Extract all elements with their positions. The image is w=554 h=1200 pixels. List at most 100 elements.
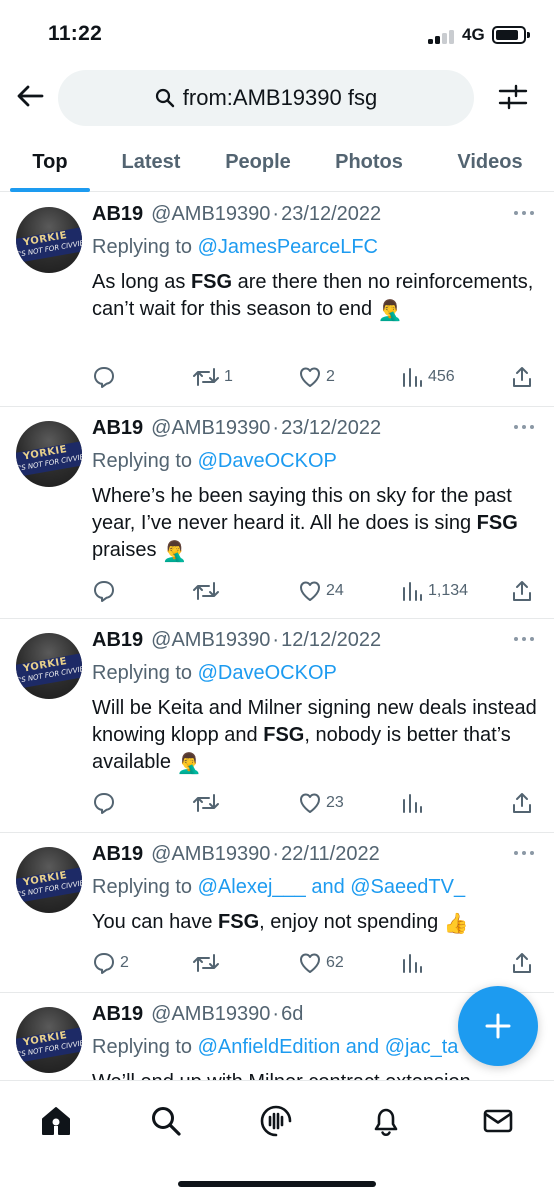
facepalm-emoji: 🤦‍♂️ — [176, 753, 202, 775]
tweet-date[interactable]: 6d — [281, 1003, 303, 1026]
user-handle[interactable]: @AMB19390 — [151, 417, 270, 440]
tweet-feed[interactable]: YORKIE IT'S NOT FOR CIVVIES AB19 @AMB193… — [0, 193, 554, 1080]
more-dots-icon — [514, 425, 534, 429]
reply-to-link[interactable]: @AnfieldEdition and @jac_ta — [198, 1036, 459, 1058]
mail-icon — [483, 1109, 513, 1133]
retweet-button[interactable] — [192, 949, 224, 977]
separator-dot: · — [272, 417, 280, 439]
tweet-text: You can have FSG, enjoy not spending 👍 — [92, 911, 469, 935]
more-button[interactable] — [512, 629, 536, 649]
tab-latest[interactable]: Latest — [104, 132, 198, 192]
more-button[interactable] — [512, 203, 536, 223]
nav-spaces[interactable] — [256, 1101, 296, 1141]
more-dots-icon — [514, 637, 534, 641]
spaces-icon — [260, 1105, 292, 1137]
more-dots-icon — [514, 851, 534, 855]
tab-top[interactable]: Top — [10, 132, 90, 192]
views-icon — [403, 794, 422, 813]
active-tab-indicator — [10, 188, 90, 192]
reply-button[interactable]: 2 — [92, 949, 129, 977]
tweet-date[interactable]: 12/12/2022 — [281, 629, 381, 652]
back-button[interactable] — [14, 80, 46, 112]
tweet-header: AB19 @AMB19390 · 23/12/2022 — [92, 203, 540, 233]
nav-search[interactable] — [146, 1101, 186, 1141]
share-button[interactable] — [510, 577, 534, 605]
reply-context: Replying to @JamesPearceLFC — [92, 236, 378, 258]
retweet-icon — [193, 794, 219, 812]
tweet-header: AB19 @AMB19390 · 23/12/2022 — [92, 417, 540, 447]
plus-icon — [485, 1013, 511, 1039]
tweet-body: AB19 @AMB19390 · 12/12/2022 Replying to … — [92, 629, 540, 776]
reply-to-link[interactable]: @JamesPearceLFC — [198, 236, 378, 258]
separator-dot: · — [272, 629, 280, 651]
reply-button[interactable] — [92, 363, 120, 391]
avatar[interactable]: YORKIE IT'S NOT FOR CIVVIES — [16, 207, 82, 273]
like-button[interactable]: 62 — [298, 949, 344, 977]
tab-people[interactable]: People — [212, 132, 304, 192]
avatar[interactable]: YORKIE IT'S NOT FOR CIVVIES — [16, 1007, 82, 1073]
user-handle[interactable]: @AMB19390 — [151, 843, 270, 866]
tweet-date[interactable]: 23/12/2022 — [281, 203, 381, 226]
views-button[interactable]: 456 — [400, 363, 455, 391]
avatar-band: YORKIE IT'S NOT FOR CIVVIES — [16, 226, 82, 264]
avatar[interactable]: YORKIE IT'S NOT FOR CIVVIES — [16, 633, 82, 699]
search-header: from:AMB19390 fsg — [0, 64, 554, 132]
reply-to-link[interactable]: @DaveOCKOP — [198, 450, 337, 472]
tweet[interactable]: YORKIE IT'S NOT FOR CIVVIES AB19 @AMB193… — [0, 407, 554, 619]
user-handle[interactable]: @AMB19390 — [151, 629, 270, 652]
share-button[interactable] — [510, 363, 534, 391]
display-name[interactable]: AB19 — [92, 1003, 143, 1026]
compose-button[interactable] — [458, 986, 538, 1066]
nav-notifications[interactable] — [366, 1101, 406, 1141]
avatar[interactable]: YORKIE IT'S NOT FOR CIVVIES — [16, 847, 82, 913]
views-button[interactable] — [400, 789, 428, 817]
like-button[interactable]: 2 — [298, 363, 335, 391]
display-name[interactable]: AB19 — [92, 203, 143, 226]
display-name[interactable]: AB19 — [92, 843, 143, 866]
like-button[interactable]: 24 — [298, 577, 344, 605]
reply-to-link[interactable]: @DaveOCKOP — [198, 662, 337, 684]
nav-messages[interactable] — [478, 1101, 518, 1141]
reply-icon — [94, 793, 114, 814]
retweet-button[interactable] — [192, 789, 224, 817]
tweet-date[interactable]: 23/12/2022 — [281, 417, 381, 440]
display-name[interactable]: AB19 — [92, 417, 143, 440]
views-button[interactable] — [400, 949, 428, 977]
tweet-date[interactable]: 22/11/2022 — [281, 843, 380, 866]
search-icon — [155, 88, 174, 108]
tweet-actions: 24 1,134 — [92, 577, 540, 605]
avatar[interactable]: YORKIE IT'S NOT FOR CIVVIES — [16, 421, 82, 487]
display-name[interactable]: AB19 — [92, 629, 143, 652]
tab-photos[interactable]: Photos — [320, 132, 418, 192]
filter-button[interactable] — [496, 80, 530, 114]
bell-icon — [374, 1108, 398, 1137]
views-button[interactable]: 1,134 — [400, 577, 468, 605]
retweet-button[interactable]: 1 — [192, 363, 233, 391]
user-handle[interactable]: @AMB19390 — [151, 1003, 270, 1026]
tweet[interactable]: YORKIE IT'S NOT FOR CIVVIES AB19 @AMB193… — [0, 833, 554, 993]
reply-button[interactable] — [92, 577, 120, 605]
share-button[interactable] — [510, 949, 534, 977]
search-input[interactable]: from:AMB19390 fsg — [58, 70, 474, 126]
home-indicator — [178, 1181, 376, 1187]
more-button[interactable] — [512, 843, 536, 863]
user-handle[interactable]: @AMB19390 — [151, 203, 270, 226]
sliders-icon — [498, 84, 528, 110]
retweet-button[interactable] — [192, 577, 224, 605]
reply-context: Replying to @DaveOCKOP — [92, 450, 337, 472]
like-button[interactable]: 23 — [298, 789, 344, 817]
tweet[interactable]: YORKIE IT'S NOT FOR CIVVIES AB19 @AMB193… — [0, 193, 554, 407]
retweet-icon — [193, 582, 219, 600]
share-button[interactable] — [510, 789, 534, 817]
views-icon — [403, 582, 422, 601]
tweet-text: Will be Keita and Milner signing new dea… — [92, 697, 537, 775]
tweet-actions: 23 — [92, 789, 540, 817]
more-button[interactable] — [512, 417, 536, 437]
tweet-body: AB19 @AMB19390 · 23/12/2022 Replying to … — [92, 417, 540, 564]
nav-home[interactable] — [36, 1101, 76, 1141]
reply-button[interactable] — [92, 789, 120, 817]
tab-videos[interactable]: Videos — [440, 132, 540, 192]
reply-to-link[interactable]: @Alexej___ and @SaeedTV_ — [198, 876, 465, 898]
tweet[interactable]: YORKIE IT'S NOT FOR CIVVIES AB19 @AMB193… — [0, 619, 554, 833]
tweet-text: We’ll end up with Milner contract extens… — [92, 1069, 540, 1080]
